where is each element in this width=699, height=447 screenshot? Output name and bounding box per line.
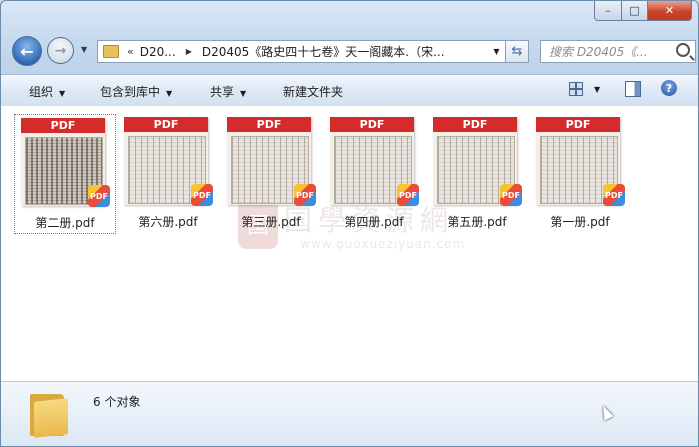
navigation-bar: ← → ▼ « D20... ▶ D20405《路史四十七卷》天一阁藏本.（宋.… xyxy=(9,35,698,67)
pdf-label-band: PDF xyxy=(330,117,414,132)
file-name[interactable]: 第四册.pdf xyxy=(324,213,424,230)
forward-arrow-icon: → xyxy=(54,42,67,59)
file-item[interactable]: PDF PDF 第六册.pdf xyxy=(118,114,218,232)
recent-pages-dropdown-icon[interactable]: ▼ xyxy=(81,45,87,54)
details-pane: 6 个对象 xyxy=(1,381,698,446)
chevron-down-icon: ▼ xyxy=(240,89,247,98)
new-folder-button[interactable]: 新建文件夹 xyxy=(283,83,343,100)
file-list-view[interactable]: 国 国學資源網 www.guoxueziyuan.com PDF PDF 第二册… xyxy=(1,106,698,381)
caption-buttons: – □ ✕ xyxy=(594,1,692,21)
pdf-app-icon: PDF xyxy=(294,184,316,206)
file-item[interactable]: PDF PDF 第四册.pdf xyxy=(324,114,424,232)
maximize-button[interactable]: □ xyxy=(622,1,648,21)
file-name[interactable]: 第一册.pdf xyxy=(530,213,630,230)
explorer-window: – □ ✕ ← → ▼ « D20... ▶ D20405《路史四十七卷》天一阁… xyxy=(0,0,699,447)
breadcrumb-segment-parent[interactable]: D20... xyxy=(140,45,176,59)
search-input[interactable]: 搜索 D20405《... xyxy=(549,43,669,60)
back-arrow-icon: ← xyxy=(20,41,34,61)
file-item[interactable]: PDF PDF 第五册.pdf xyxy=(427,114,527,232)
pdf-app-icon: PDF xyxy=(603,184,625,206)
file-name[interactable]: 第三册.pdf xyxy=(221,213,321,230)
view-options-dropdown-icon[interactable]: ▼ xyxy=(594,85,600,94)
help-icon[interactable]: ? xyxy=(661,80,677,96)
pdf-app-icon: PDF xyxy=(191,184,213,206)
forward-button[interactable]: → xyxy=(47,37,74,64)
new-folder-label: 新建文件夹 xyxy=(283,85,344,99)
pdf-label-band: PDF xyxy=(227,117,311,132)
chevron-down-icon: ▼ xyxy=(59,89,66,98)
search-box[interactable]: 搜索 D20405《... xyxy=(540,40,696,63)
refresh-icon: ⇆ xyxy=(511,44,523,59)
file-name[interactable]: 第二册.pdf xyxy=(15,214,115,231)
organize-menu-button[interactable]: 组织 ▼ xyxy=(29,83,65,100)
command-bar: 组织 ▼ 包含到库中 ▼ 共享 ▼ 新建文件夹 ▼ ? xyxy=(1,74,698,107)
organize-label: 组织 xyxy=(29,85,54,99)
back-button[interactable]: ← xyxy=(12,36,42,66)
include-in-library-label: 包含到库中 xyxy=(100,85,161,99)
refresh-button[interactable]: ⇆ xyxy=(506,40,529,63)
breadcrumb-segment-current[interactable]: D20405《路史四十七卷》天一阁藏本.（宋... xyxy=(202,43,445,60)
file-name[interactable]: 第五册.pdf xyxy=(427,213,527,230)
chevron-down-icon: ▼ xyxy=(166,89,173,98)
minimize-button[interactable]: – xyxy=(594,1,622,21)
share-label: 共享 xyxy=(210,85,235,99)
pdf-app-icon: PDF xyxy=(397,184,419,206)
include-in-library-menu-button[interactable]: 包含到库中 ▼ xyxy=(100,83,172,100)
pdf-label-band: PDF xyxy=(21,118,105,133)
address-overflow-chevron[interactable]: « xyxy=(127,45,134,58)
close-button[interactable]: ✕ xyxy=(648,1,692,21)
pdf-label-band: PDF xyxy=(536,117,620,132)
item-count: 6 个对象 xyxy=(93,395,141,409)
folder-icon xyxy=(103,45,119,58)
search-icon[interactable] xyxy=(676,43,690,57)
breadcrumb-separator-icon[interactable]: ▶ xyxy=(186,47,192,56)
file-name[interactable]: 第六册.pdf xyxy=(118,213,218,230)
share-menu-button[interactable]: 共享 ▼ xyxy=(210,83,246,100)
pdf-app-icon: PDF xyxy=(88,185,110,207)
pdf-app-icon: PDF xyxy=(500,184,522,206)
change-view-icon[interactable] xyxy=(569,82,583,96)
preview-pane-icon[interactable] xyxy=(625,81,641,97)
address-bar[interactable]: « D20... ▶ D20405《路史四十七卷》天一阁藏本.（宋... ▼ xyxy=(97,40,506,63)
file-item[interactable]: PDF PDF 第一册.pdf xyxy=(530,114,630,232)
file-item[interactable]: PDF PDF 第二册.pdf xyxy=(14,114,116,234)
pdf-label-band: PDF xyxy=(124,117,208,132)
pdf-label-band: PDF xyxy=(433,117,517,132)
file-item[interactable]: PDF PDF 第三册.pdf xyxy=(221,114,321,232)
mouse-cursor-icon xyxy=(598,403,614,421)
folder-icon xyxy=(30,390,70,438)
watermark-url: www.guoxueziyuan.com xyxy=(300,237,466,251)
address-dropdown-icon[interactable]: ▼ xyxy=(488,41,505,62)
